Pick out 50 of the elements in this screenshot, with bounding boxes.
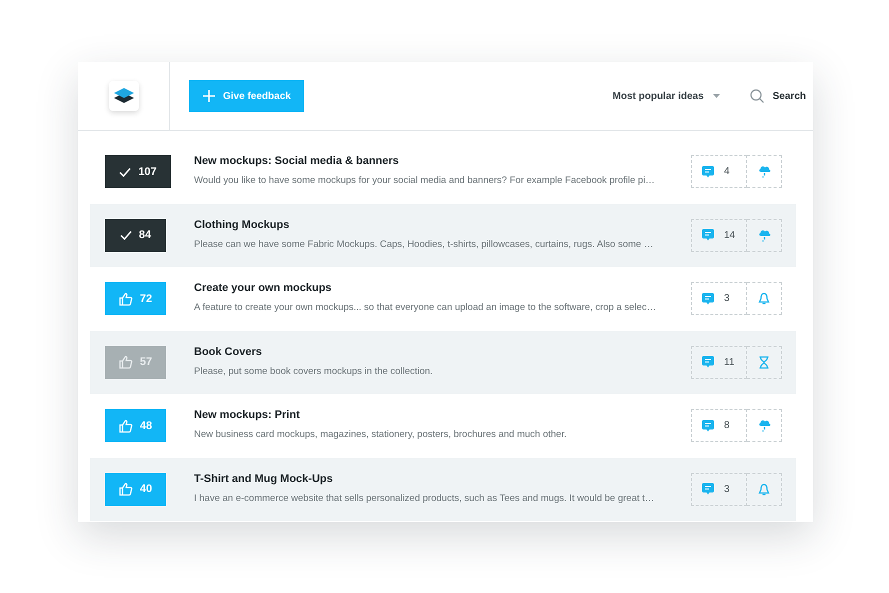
status-button[interactable] <box>747 409 782 442</box>
comment-icon <box>702 166 714 178</box>
comment-icon <box>702 420 714 432</box>
comment-icon <box>702 229 714 242</box>
comments-button[interactable]: 14 <box>691 218 747 252</box>
idea-title[interactable]: New mockups: Print <box>194 409 677 422</box>
comments-button[interactable]: 3 <box>691 282 747 316</box>
idea-title[interactable]: Create your own mockups <box>194 282 677 294</box>
idea-description: Would you like to have some mockups for your social media and banners? For example Facebook profile pi… <box>194 175 656 186</box>
comment-icon <box>702 356 714 368</box>
check-icon <box>119 166 132 177</box>
plus-icon <box>203 90 215 102</box>
thumbs-up-icon <box>118 292 133 306</box>
status-button[interactable] <box>747 155 782 188</box>
idea-title[interactable]: Clothing Mockups <box>194 218 677 231</box>
thumbs-up-icon <box>118 355 133 370</box>
status-button[interactable] <box>747 472 782 506</box>
bell-icon <box>758 482 770 496</box>
bell-icon <box>758 292 770 306</box>
idea-description: I have an e-commerce website that sells personalized products, such as Tees and mugs. It would be great t… <box>194 492 656 504</box>
rain-cloud-icon <box>758 228 770 242</box>
idea-description: Please, put some book covers mockups in the collection. <box>194 366 434 377</box>
status-button[interactable] <box>747 346 782 379</box>
comments-button[interactable]: 8 <box>691 409 747 442</box>
caret-icon <box>712 94 720 98</box>
idea-description: Please can we have some Fabric Mockups. Caps, Hoodies, t-shirts, pillowcases, curtains, rugs. Also some … <box>194 238 654 250</box>
status-button[interactable] <box>747 218 782 252</box>
vote-button[interactable]: 84 <box>105 218 166 252</box>
status-button[interactable] <box>747 282 782 316</box>
idea-title[interactable]: T-Shirt and Mug Mock-Ups <box>194 472 677 485</box>
comment-icon <box>702 292 714 305</box>
hourglass-icon <box>758 356 770 369</box>
idea-description: A feature to create your own mockups... so that everyone can upload an image to the software, crop a selec… <box>194 302 658 314</box>
check-icon <box>120 230 132 240</box>
comment-icon <box>702 483 714 496</box>
search-icon <box>750 89 764 103</box>
layers-icon <box>112 87 134 105</box>
rain-cloud-icon <box>758 165 770 178</box>
idea-title[interactable]: Book Covers <box>194 346 677 358</box>
sort-dropdown[interactable]: Most popular ideas <box>612 90 720 102</box>
comments-button[interactable]: 3 <box>691 472 747 506</box>
idea-title[interactable]: New mockups: Social media & banners <box>194 155 677 168</box>
rain-cloud-icon <box>758 419 770 432</box>
vote-button[interactable]: 107 <box>105 155 171 188</box>
idea-description: New business card mockups, magazines, stationery, posters, brochures and much other. <box>194 429 568 440</box>
thumbs-up-icon <box>118 418 133 433</box>
comments-button[interactable]: 4 <box>691 155 747 188</box>
comments-button[interactable]: 11 <box>691 346 747 379</box>
thumbs-up-icon <box>118 482 133 496</box>
search-button[interactable]: Search <box>750 89 806 103</box>
